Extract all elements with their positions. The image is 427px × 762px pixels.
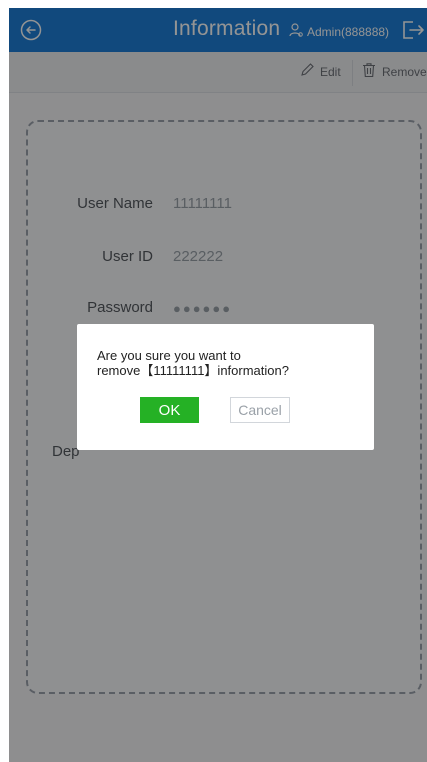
confirm-dialog: Are you sure you want to remove【11111111…	[77, 324, 374, 450]
top-border	[0, 0, 427, 8]
dialog-message: Are you sure you want to remove【11111111…	[97, 348, 357, 378]
app-frame: Information Admin(888888) Edit Remove Us…	[9, 8, 427, 762]
ok-button[interactable]: OK	[140, 397, 199, 423]
cancel-button[interactable]: Cancel	[230, 397, 290, 423]
dialog-message-line1: Are you sure you want to	[97, 348, 241, 363]
dialog-message-line2: remove【11111111】information?	[97, 363, 289, 378]
